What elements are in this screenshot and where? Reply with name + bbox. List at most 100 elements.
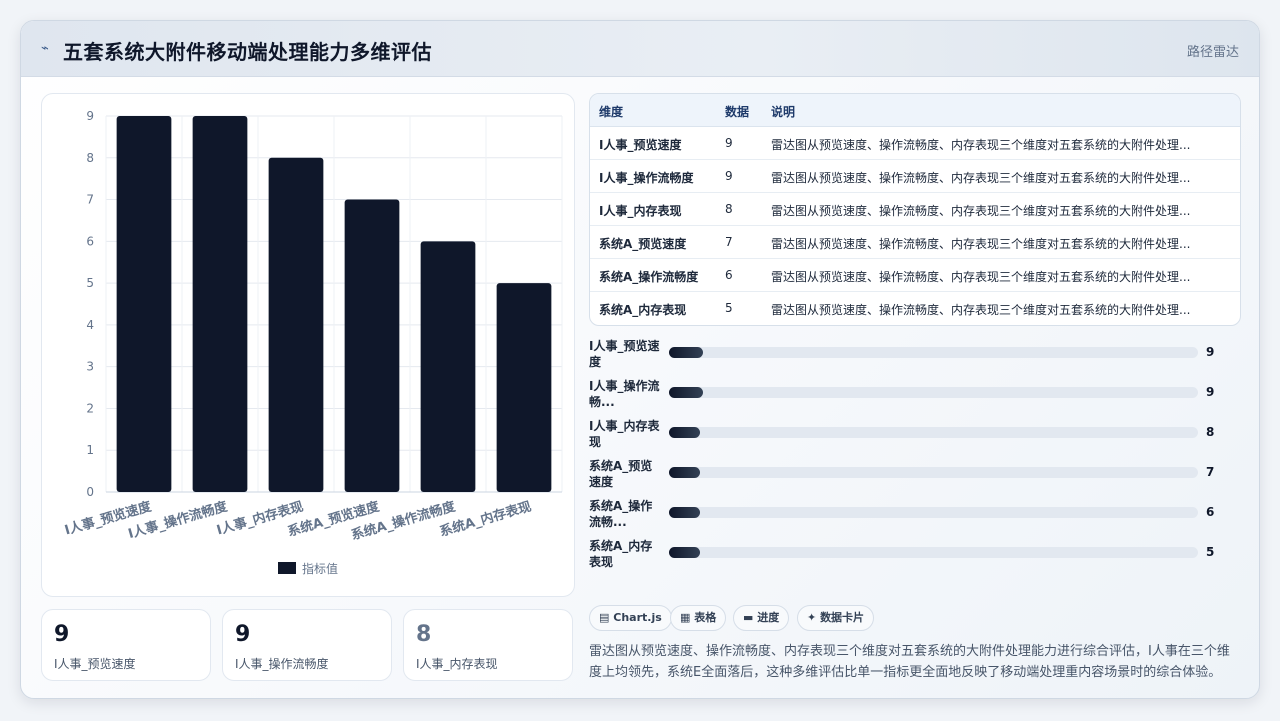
progress-track — [669, 427, 1198, 438]
stat-card: 9 I人事_操作流畅度 — [222, 609, 392, 681]
progress-label: I人事_操作流畅... — [589, 379, 660, 409]
progress-track — [669, 467, 1198, 478]
legend-label: 指标值 — [302, 561, 338, 576]
progress-row: 系统A_操作流畅... 6 — [589, 498, 1241, 534]
cell-value: 9 — [725, 136, 733, 150]
progress-value: 9 — [1206, 345, 1215, 359]
cell-note: 雷达图从预览速度、操作流畅度、内存表现三个维度对五套系统的大附件处理... — [771, 237, 1191, 251]
progress-value: 8 — [1206, 425, 1215, 439]
progress-row: 系统A_预览速度 7 — [589, 458, 1241, 494]
progress-row: I人事_内存表现 8 — [589, 418, 1241, 454]
table-icon: ▦ — [680, 611, 691, 624]
stat-label: I人事_操作流畅度 — [235, 657, 329, 671]
progress-track — [669, 347, 1198, 358]
progress-fill — [669, 347, 704, 358]
cell-value: 8 — [725, 202, 733, 216]
table-row: I人事_内存表现 8 雷达图从预览速度、操作流畅度、内存表现三个维度对五套系统的… — [590, 193, 1240, 226]
cell-value: 5 — [725, 301, 733, 315]
y-tick-label: 5 — [86, 276, 94, 290]
cell-name: 系统A_内存表现 — [599, 303, 687, 317]
table-header: 维度 数据 说明 — [590, 94, 1240, 127]
progress-value: 6 — [1206, 505, 1215, 519]
bar — [420, 241, 476, 492]
cell-value: 6 — [725, 268, 733, 282]
y-tick-label: 2 — [86, 401, 94, 415]
progress-value: 9 — [1206, 385, 1215, 399]
column-header-dimension: 维度 — [599, 105, 624, 119]
stat-value: 9 — [54, 622, 70, 647]
y-tick-label: 9 — [86, 109, 94, 123]
cell-note: 雷达图从预览速度、操作流畅度、内存表现三个维度对五套系统的大附件处理... — [771, 138, 1191, 152]
progress-value: 7 — [1206, 465, 1215, 479]
cell-name: I人事_内存表现 — [599, 204, 682, 218]
stat-label: I人事_内存表现 — [416, 657, 498, 671]
header-bar: ⌁ 五套系统大附件移动端处理能力多维评估 路径雷达 — [21, 21, 1259, 77]
progress-row: I人事_预览速度 9 — [589, 338, 1241, 374]
bar — [344, 199, 400, 493]
bar-chart-panel: 0 1 2 3 4 5 6 7 8 9 I人事_预览速度 I人事_操作流畅度 I人事_内存表现 系统A_预… — [41, 93, 575, 597]
chip-label: 表格 — [694, 611, 717, 624]
progress-fill — [669, 387, 704, 398]
stat-value: 8 — [416, 622, 432, 647]
chip-label: 进度 — [757, 611, 780, 624]
progress-fill — [669, 547, 700, 558]
progress-fill — [669, 467, 700, 478]
chip-progress[interactable]: ▬ 进度 — [733, 605, 790, 631]
cell-name: 系统A_操作流畅度 — [599, 270, 699, 284]
progress-label: 系统A_内存表现 — [589, 539, 653, 569]
progress-label: I人事_内存表现 — [589, 419, 660, 449]
y-tick-label: 0 — [86, 485, 94, 499]
progress-row: 系统A_内存表现 5 — [589, 538, 1241, 574]
bar-chart: 0123456789I人事_预览速度I人事_操作流畅度I人事_内存表现系统A_预… — [63, 109, 563, 576]
trend-icon: ⌁ — [41, 41, 49, 56]
progress-label: 系统A_操作流畅... — [589, 499, 653, 529]
chip-label: 数据卡片 — [820, 611, 865, 624]
cell-note: 雷达图从预览速度、操作流畅度、内存表现三个维度对五套系统的大附件处理... — [771, 171, 1191, 185]
cell-value: 7 — [725, 235, 733, 249]
data-table: 维度 数据 说明 I人事_预览速度 9 雷达图从预览速度、操作流畅度、内存表现三… — [589, 93, 1241, 326]
progress-track — [669, 507, 1198, 518]
cell-note: 雷达图从预览速度、操作流畅度、内存表现三个维度对五套系统的大附件处理... — [771, 270, 1191, 284]
chip-chartjs[interactable]: ▤ Chart.js — [589, 605, 672, 631]
bar — [192, 116, 248, 492]
progress-track — [669, 547, 1198, 558]
progress-fill — [669, 507, 700, 518]
y-tick-label: 6 — [86, 234, 94, 248]
table-row: 系统A_操作流畅度 6 雷达图从预览速度、操作流畅度、内存表现三个维度对五套系统… — [590, 259, 1240, 292]
chart-icon: ▤ — [599, 611, 610, 624]
cell-note: 雷达图从预览速度、操作流畅度、内存表现三个维度对五套系统的大附件处理... — [771, 204, 1191, 218]
y-tick-label: 4 — [86, 318, 94, 332]
table-row: 系统A_预览速度 7 雷达图从预览速度、操作流畅度、内存表现三个维度对五套系统的… — [590, 226, 1240, 259]
chip-data-card[interactable]: ✦ 数据卡片 — [797, 605, 875, 631]
progress-row: I人事_操作流畅... 9 — [589, 378, 1241, 414]
progress-icon: ▬ — [743, 611, 754, 624]
dashboard-card: ⌁ 五套系统大附件移动端处理能力多维评估 路径雷达 0 1 2 3 4 5 6 7 8 9 I人事_… — [20, 20, 1260, 699]
table-row: I人事_操作流畅度 9 雷达图从预览速度、操作流畅度、内存表现三个维度对五套系统… — [590, 160, 1240, 193]
progress-label: I人事_预览速度 — [589, 339, 660, 369]
description-text: 雷达图从预览速度、操作流畅度、内存表现三个维度对五套系统的大附件处理能力进行综合… — [589, 644, 1230, 680]
header-tag[interactable]: 路径雷达 — [1187, 41, 1239, 60]
stat-card: 9 I人事_预览速度 — [41, 609, 211, 681]
chip-label: Chart.js — [613, 611, 662, 624]
bar — [496, 283, 552, 492]
cell-note: 雷达图从预览速度、操作流畅度、内存表现三个维度对五套系统的大附件处理... — [771, 303, 1191, 317]
progress-track — [669, 387, 1198, 398]
page-title: 五套系统大附件移动端处理能力多维评估 — [63, 40, 432, 64]
y-tick-label: 7 — [86, 193, 94, 207]
y-tick-label: 1 — [86, 443, 94, 457]
cell-value: 9 — [725, 169, 733, 183]
progress-fill — [669, 427, 700, 438]
stat-card: 8 I人事_内存表现 — [403, 609, 573, 681]
table-row: 系统A_内存表现 5 雷达图从预览速度、操作流畅度、内存表现三个维度对五套系统的… — [590, 292, 1240, 325]
cell-name: 系统A_预览速度 — [599, 237, 687, 251]
column-header-note: 说明 — [771, 105, 796, 119]
progress-value: 5 — [1206, 545, 1215, 559]
bar — [116, 116, 172, 492]
y-tick-label: 8 — [86, 151, 94, 165]
table-row: I人事_预览速度 9 雷达图从预览速度、操作流畅度、内存表现三个维度对五套系统的… — [590, 127, 1240, 160]
column-header-value: 数据 — [725, 105, 750, 119]
cell-name: I人事_预览速度 — [599, 138, 682, 152]
progress-label: 系统A_预览速度 — [589, 459, 653, 489]
chip-table[interactable]: ▦ 表格 — [670, 605, 727, 631]
stat-value: 9 — [235, 622, 251, 647]
